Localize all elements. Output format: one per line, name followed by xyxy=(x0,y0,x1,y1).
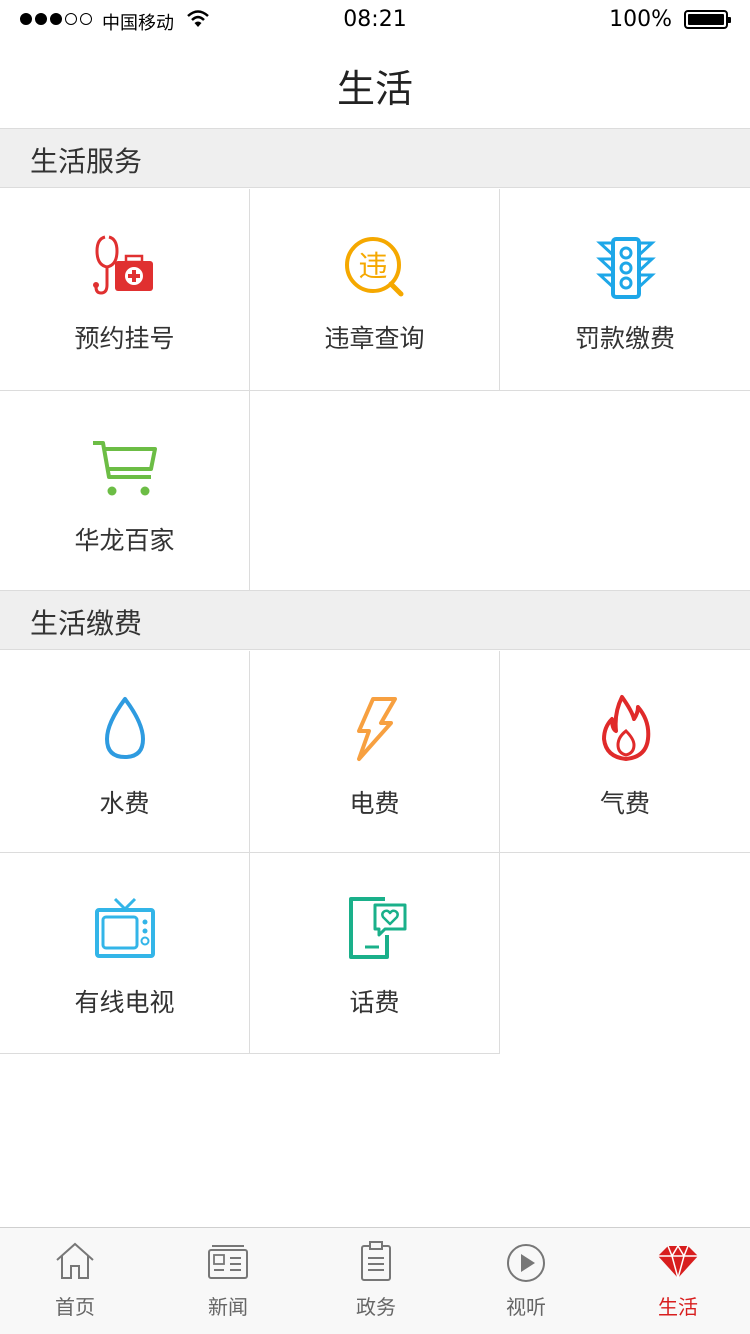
tab-life[interactable]: 生活 xyxy=(603,1228,750,1334)
service-label: 罚款缴费 xyxy=(574,324,675,353)
water-drop-icon xyxy=(105,697,145,759)
payment-label: 有线电视 xyxy=(74,988,175,1017)
tab-label: 新闻 xyxy=(208,1295,248,1319)
violation-search-icon: 违 xyxy=(345,237,404,297)
traffic-light-icon xyxy=(596,237,656,299)
payment-phone[interactable]: 话费 xyxy=(250,853,500,1054)
payment-electricity[interactable]: 电费 xyxy=(250,651,500,853)
svg-text:违: 违 xyxy=(358,249,387,283)
clipboard-icon xyxy=(361,1241,391,1281)
payment-label: 水费 xyxy=(99,789,150,818)
tab-news[interactable]: 新闻 xyxy=(153,1228,303,1334)
diamond-icon xyxy=(658,1244,698,1281)
service-label: 违章查询 xyxy=(324,324,425,353)
phone-bill-heart-icon xyxy=(349,897,407,959)
tab-label: 首页 xyxy=(55,1295,95,1319)
tab-government[interactable]: 政务 xyxy=(301,1228,451,1334)
tab-home[interactable]: 首页 xyxy=(0,1228,150,1334)
service-hualong-baijia[interactable]: 华龙百家 xyxy=(0,391,250,591)
payment-cable-tv[interactable]: 有线电视 xyxy=(0,853,250,1054)
status-bar: 中国移动 08:21 100% xyxy=(0,0,750,40)
section-title: 生活缴费 xyxy=(30,607,143,640)
play-icon xyxy=(507,1244,545,1282)
payment-label: 气费 xyxy=(599,789,650,818)
payment-water[interactable]: 水费 xyxy=(0,651,250,853)
section-header-life-payments: 生活缴费 xyxy=(0,590,750,650)
stethoscope-medkit-icon xyxy=(93,235,153,295)
lightning-icon xyxy=(357,697,397,761)
service-label: 华龙百家 xyxy=(74,526,175,555)
tab-label: 政务 xyxy=(356,1295,396,1319)
payment-gas[interactable]: 气费 xyxy=(500,651,750,853)
tv-icon xyxy=(95,897,155,958)
section-title: 生活服务 xyxy=(30,145,143,178)
service-appointment[interactable]: 预约挂号 xyxy=(0,189,250,391)
page-title: 生活 xyxy=(336,67,413,111)
battery-icon xyxy=(684,10,731,29)
flame-icon xyxy=(602,695,651,761)
shopping-cart-icon xyxy=(93,441,157,496)
service-violation-query[interactable]: 违 违章查询 xyxy=(250,189,500,391)
home-icon xyxy=(56,1242,94,1279)
tab-audiovisual[interactable]: 视听 xyxy=(451,1228,601,1334)
section-header-life-services: 生活服务 xyxy=(0,128,750,188)
tab-label: 生活 xyxy=(658,1295,698,1319)
payment-label: 电费 xyxy=(349,789,400,818)
service-label: 预约挂号 xyxy=(74,324,175,353)
tab-bar: 首页 新闻 政务 视听 生活 xyxy=(0,1227,750,1334)
battery-percent: 100% xyxy=(609,7,672,32)
tab-label: 视听 xyxy=(506,1295,546,1319)
news-icon xyxy=(208,1245,248,1279)
service-fine-payment[interactable]: 罚款缴费 xyxy=(500,189,750,391)
payment-label: 话费 xyxy=(349,988,400,1017)
